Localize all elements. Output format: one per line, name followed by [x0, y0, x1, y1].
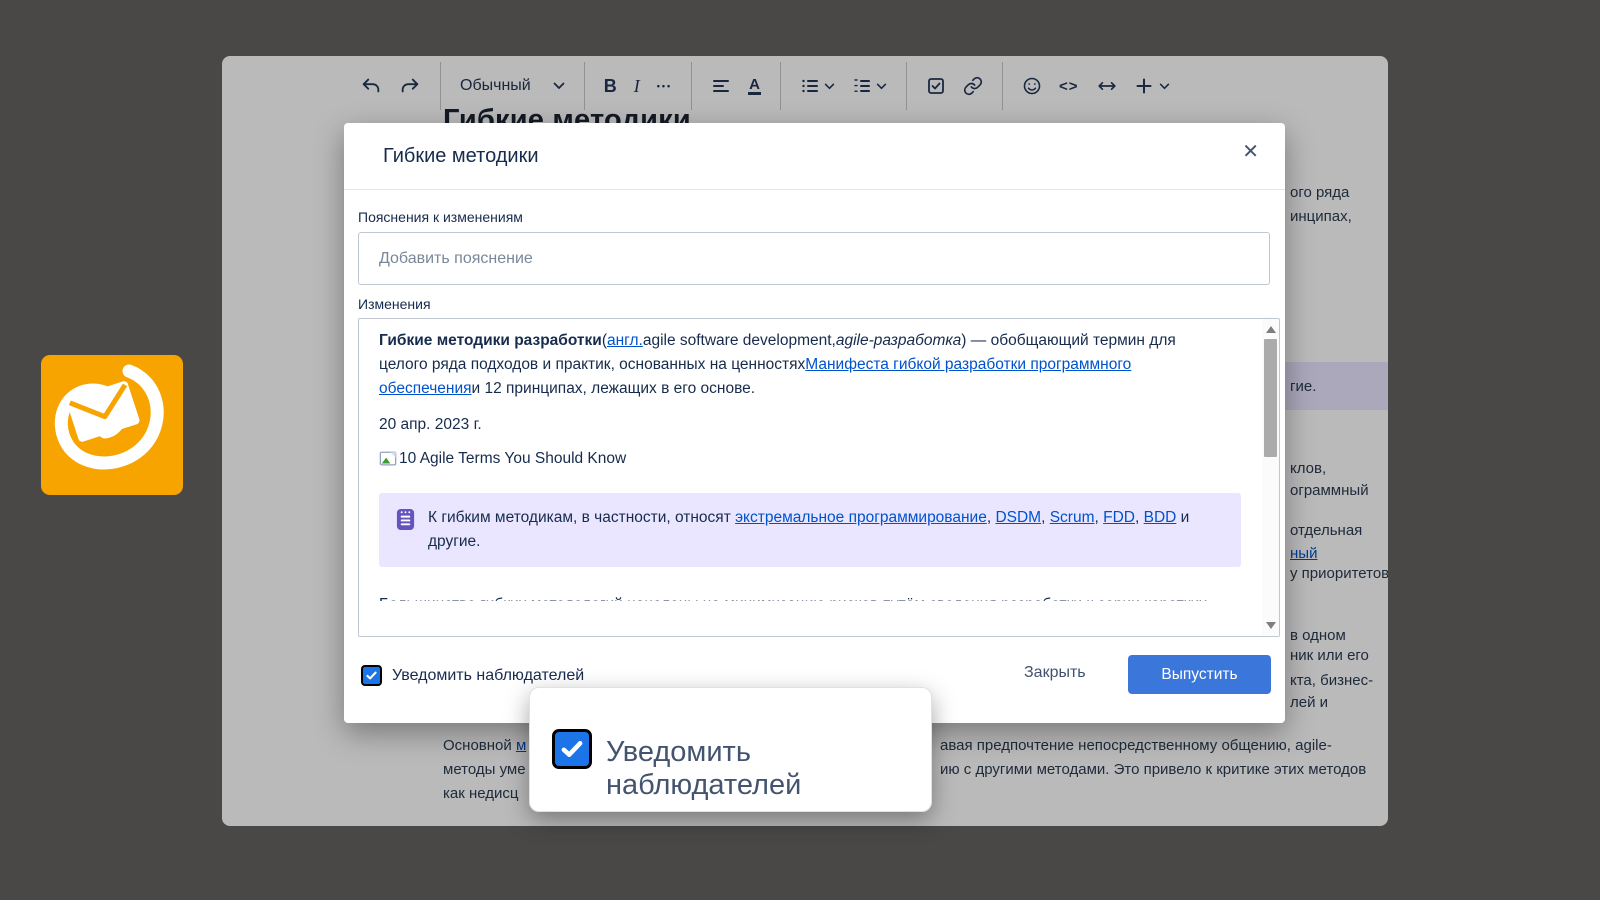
mail-notification-logo: [41, 355, 183, 495]
changes-content: Гибкие методики разработки(англ.agile so…: [379, 329, 1217, 601]
broken-image-line: 10 Agile Terms You Should Know: [379, 447, 1217, 471]
notify-watchers-label: Уведомить наблюдателей: [392, 667, 584, 685]
note-icon: [395, 507, 416, 532]
bold-text: Гибкие методики разработки: [379, 332, 602, 349]
dialog-header: Гибкие методики ✕: [344, 123, 1285, 190]
check-icon: [559, 736, 585, 762]
comment-label: Пояснения к изменениям: [358, 209, 523, 225]
scrollbar-down-arrow[interactable]: [1266, 622, 1276, 629]
scrollbar[interactable]: [1262, 319, 1279, 636]
date-text: 20 апр. 2023 г.: [379, 413, 1217, 437]
clipped-paragraph: Большинство гибких методологий нацелены …: [379, 593, 1217, 601]
mail-logo-icon: [41, 355, 183, 495]
info-panel: К гибким методикам, в частности, относят…: [379, 493, 1241, 567]
broken-image-icon: [379, 450, 397, 468]
bdd-link[interactable]: BDD: [1144, 509, 1177, 526]
notify-watchers-checkbox[interactable]: [361, 665, 382, 686]
scrollbar-up-arrow[interactable]: [1266, 326, 1276, 333]
text: и 12 принципах, лежащих в его основе.: [472, 380, 756, 397]
paragraph: Гибкие методики разработки(англ.agile so…: [379, 329, 1217, 401]
changes-label: Изменения: [358, 296, 431, 312]
notify-watchers-checkbox-magnified[interactable]: [552, 729, 592, 769]
text: ,: [1041, 509, 1050, 526]
publish-button[interactable]: Выпустить: [1128, 655, 1271, 694]
scrollbar-thumb[interactable]: [1264, 339, 1277, 457]
text: agile software development,: [643, 332, 836, 349]
scrum-link[interactable]: Scrum: [1050, 509, 1095, 526]
text: ,: [1135, 509, 1144, 526]
image-alt-text: 10 Agile Terms You Should Know: [399, 447, 626, 471]
text: ,: [1095, 509, 1104, 526]
italic-text: agile-разработка: [836, 332, 961, 349]
lang-link[interactable]: англ.: [607, 332, 643, 349]
text: К гибким методикам, в частности, относят: [428, 509, 735, 526]
comment-input[interactable]: [358, 232, 1270, 285]
changes-preview: Гибкие методики разработки(англ.agile so…: [358, 318, 1280, 637]
close-icon[interactable]: ✕: [1242, 142, 1259, 162]
publish-dialog: Гибкие методики ✕ Пояснения к изменениям…: [344, 123, 1285, 723]
xp-link[interactable]: экстремальное программирование: [735, 509, 987, 526]
info-panel-text: К гибким методикам, в частности, относят…: [428, 506, 1223, 554]
check-icon: [365, 669, 378, 682]
notify-watchers-label-magnified: Уведомить наблюдателей: [606, 736, 931, 802]
dsdm-link[interactable]: DSDM: [995, 509, 1041, 526]
dialog-title: Гибкие методики: [383, 145, 539, 168]
close-button[interactable]: Закрыть: [1024, 664, 1086, 682]
magnifier-popup: Уведомить наблюдателей: [529, 687, 932, 812]
fdd-link[interactable]: FDD: [1103, 509, 1135, 526]
